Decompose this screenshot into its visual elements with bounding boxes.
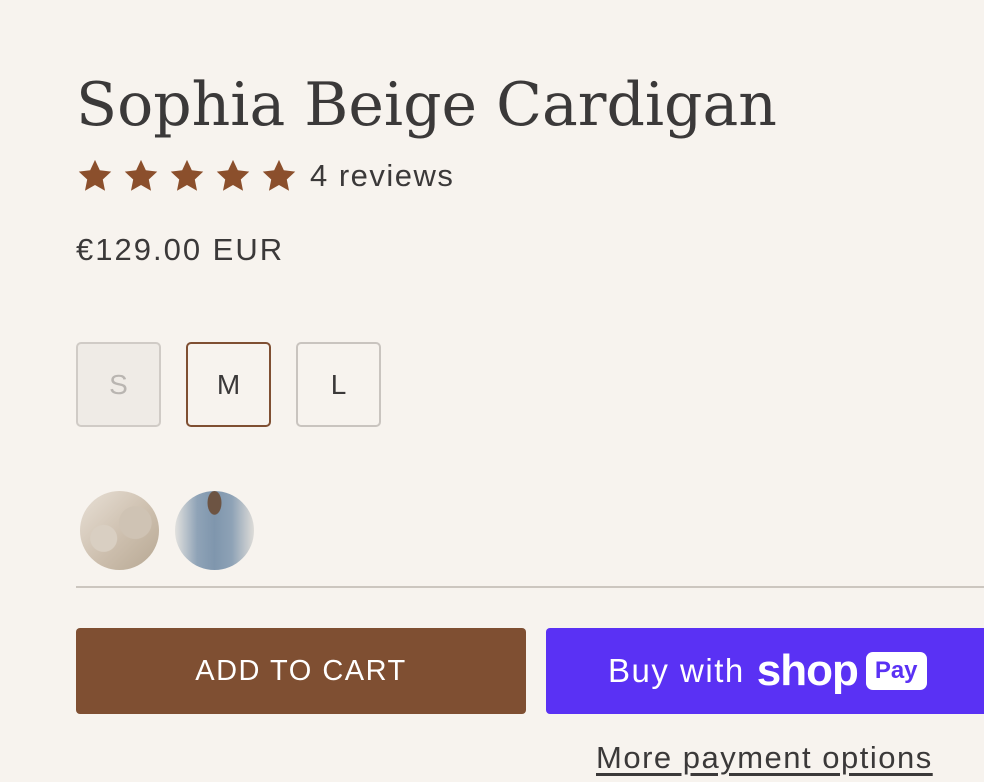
shop-logo: shop [756, 646, 859, 695]
size-option-s[interactable]: S [76, 342, 161, 427]
more-payment-options-link[interactable]: More payment options [596, 740, 933, 776]
star-icon [76, 157, 114, 195]
buy-with-shop-pay-button[interactable]: Buy with shop Pay [546, 628, 984, 714]
blue-swatch[interactable] [175, 491, 254, 570]
color-swatches [80, 491, 270, 570]
star-icon [168, 157, 206, 195]
reviews-link[interactable]: 4 reviews [310, 158, 454, 194]
rating-stars [76, 157, 306, 195]
product-title: Sophia Beige Cardigan [76, 70, 777, 140]
pay-badge: Pay [865, 652, 927, 690]
buy-with-label: Buy with [608, 652, 745, 689]
add-to-cart-button[interactable]: ADD TO CART [76, 628, 526, 714]
product-price: €129.00 EUR [76, 232, 285, 267]
size-option-l[interactable]: L [296, 342, 381, 427]
star-icon [122, 157, 160, 195]
product-rating[interactable]: 4 reviews [76, 152, 454, 200]
size-selector: S M L [76, 342, 406, 427]
beige-swatch[interactable] [80, 491, 159, 570]
star-icon [260, 157, 298, 195]
divider [76, 586, 984, 588]
size-option-m[interactable]: M [186, 342, 271, 427]
star-icon [214, 157, 252, 195]
